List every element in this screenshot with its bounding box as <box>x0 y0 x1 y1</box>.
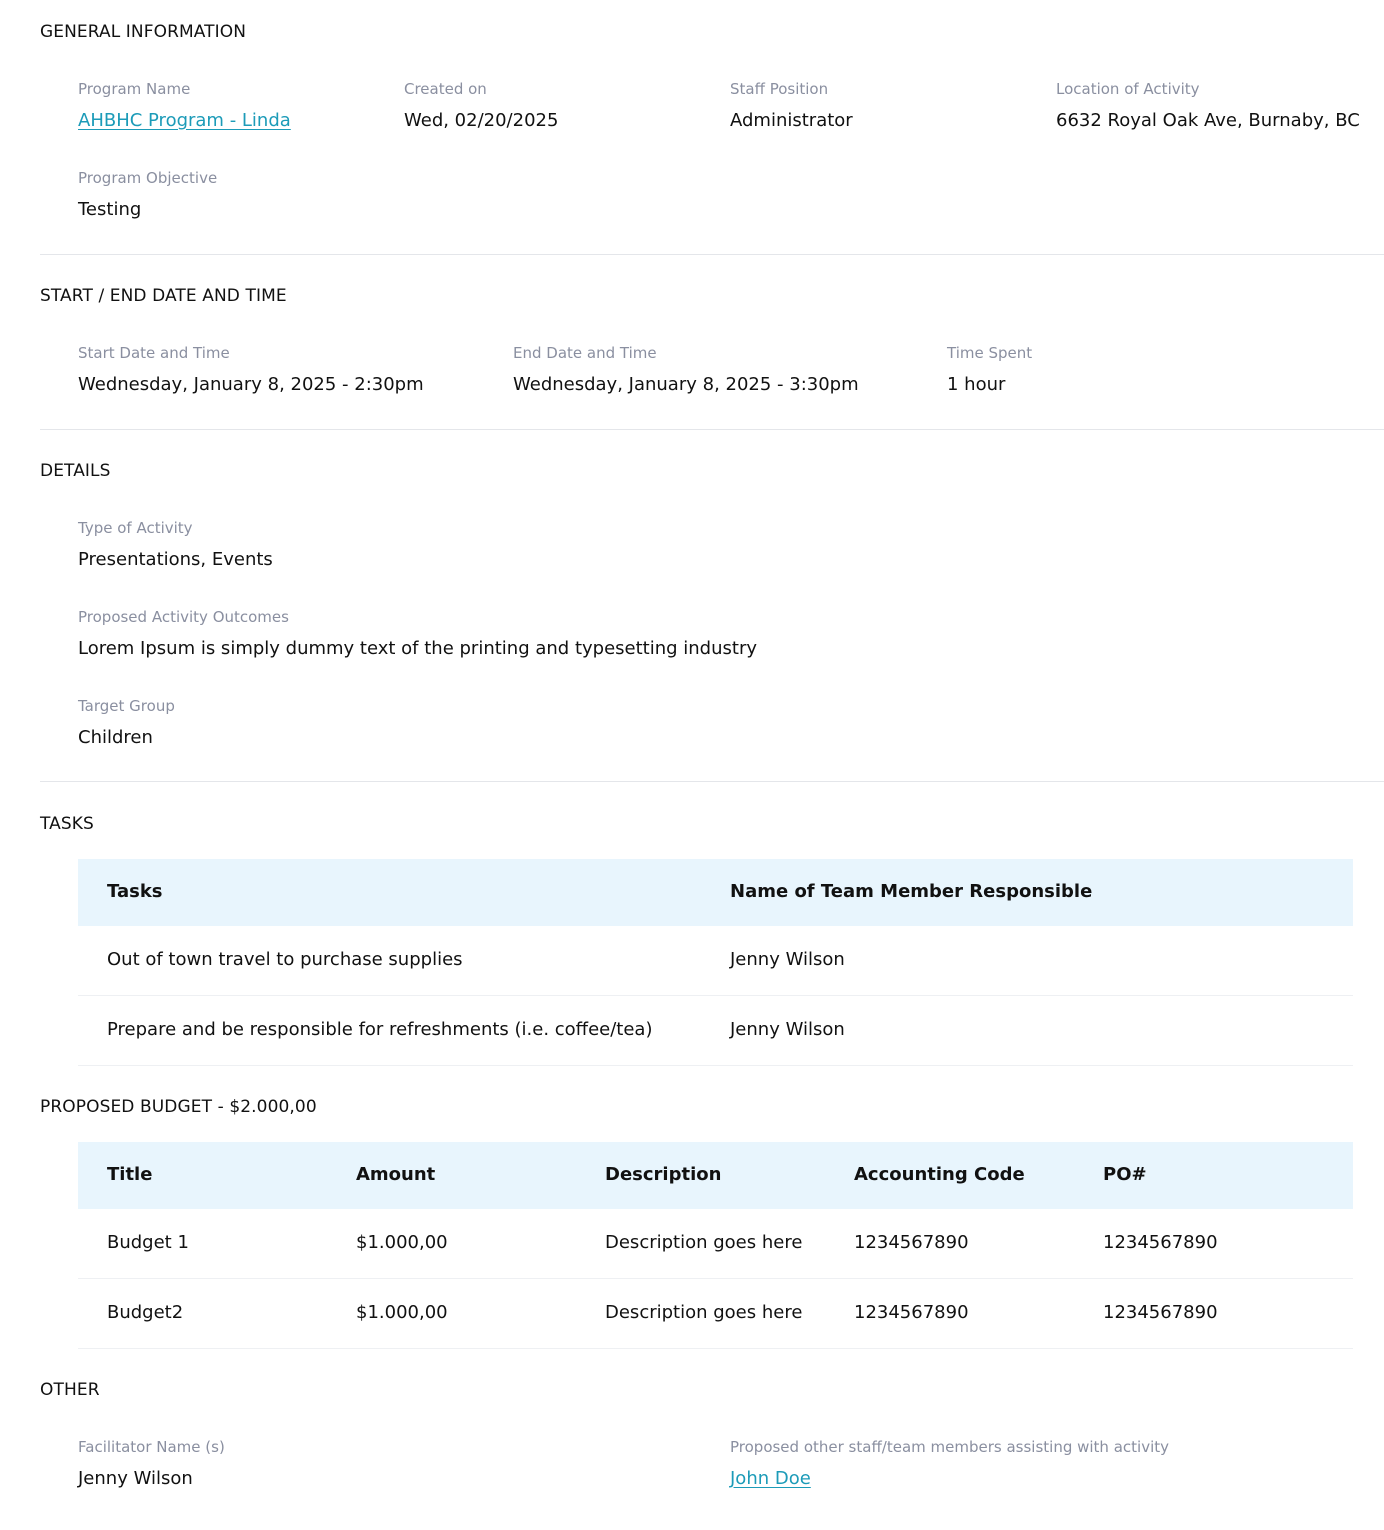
end-datetime-value: Wednesday, January 8, 2025 - 3:30pm <box>513 374 859 395</box>
activity-outcomes-label: Proposed Activity Outcomes <box>78 608 289 626</box>
section-title-tasks: TASKS <box>40 814 94 834</box>
facilitator-label: Facilitator Name (s) <box>78 1438 225 1456</box>
activity-type-label: Type of Activity <box>78 519 193 537</box>
divider <box>40 254 1384 255</box>
start-datetime-value: Wednesday, January 8, 2025 - 2:30pm <box>78 374 424 395</box>
tasks-column-header: Tasks <box>107 881 163 902</box>
location-label: Location of Activity <box>1056 80 1200 98</box>
time-spent-label: Time Spent <box>947 344 1033 362</box>
target-group-label: Target Group <box>78 697 175 715</box>
assisting-staff-label: Proposed other staff/team members assist… <box>730 1438 1169 1456</box>
description-column-header: Description <box>605 1164 722 1185</box>
program-objective-label: Program Objective <box>78 169 218 187</box>
created-on-value: Wed, 02/20/2025 <box>404 110 559 131</box>
budget-title-cell: Budget2 <box>107 1302 184 1323</box>
activity-type-value: Presentations, Events <box>78 549 273 570</box>
table-row-divider <box>78 1278 1353 1279</box>
facilitator-value: Jenny Wilson <box>78 1468 193 1489</box>
section-title-datetime: START / END DATE AND TIME <box>40 286 287 306</box>
task-cell: Out of town travel to purchase supplies <box>107 949 463 970</box>
budget-accounting-code-cell: 1234567890 <box>854 1302 969 1323</box>
assisting-staff-link[interactable]: John Doe <box>730 1468 811 1489</box>
budget-description-cell: Description goes here <box>605 1232 803 1253</box>
section-title-budget: PROPOSED BUDGET - $2.000,00 <box>40 1097 317 1117</box>
accounting-code-column-header: Accounting Code <box>854 1164 1025 1185</box>
activity-outcomes-value: Lorem Ipsum is simply dummy text of the … <box>78 638 758 659</box>
budget-amount-cell: $1.000,00 <box>356 1302 448 1323</box>
task-cell: Prepare and be responsible for refreshme… <box>107 1019 653 1040</box>
table-row-divider <box>78 1348 1353 1349</box>
table-row-divider <box>78 1065 1353 1066</box>
target-group-value: Children <box>78 727 153 748</box>
responsible-cell: Jenny Wilson <box>730 1019 845 1040</box>
program-name-link[interactable]: AHBHC Program - Linda <box>78 110 291 131</box>
program-objective-value: Testing <box>78 199 142 220</box>
section-title-other: OTHER <box>40 1380 100 1400</box>
responsible-column-header: Name of Team Member Responsible <box>730 881 1093 902</box>
budget-po-cell: 1234567890 <box>1103 1302 1218 1323</box>
start-datetime-label: Start Date and Time <box>78 344 230 362</box>
budget-accounting-code-cell: 1234567890 <box>854 1232 969 1253</box>
staff-position-value: Administrator <box>730 110 853 131</box>
time-spent-value: 1 hour <box>947 374 1006 395</box>
budget-description-cell: Description goes here <box>605 1302 803 1323</box>
budget-po-cell: 1234567890 <box>1103 1232 1218 1253</box>
end-datetime-label: End Date and Time <box>513 344 657 362</box>
staff-position-label: Staff Position <box>730 80 829 98</box>
tasks-table-header <box>78 859 1353 926</box>
responsible-cell: Jenny Wilson <box>730 949 845 970</box>
title-column-header: Title <box>107 1164 153 1185</box>
location-value: 6632 Royal Oak Ave, Burnaby, BC <box>1056 110 1360 131</box>
created-on-label: Created on <box>404 80 487 98</box>
section-title-general: GENERAL INFORMATION <box>40 22 247 42</box>
program-name-label: Program Name <box>78 80 191 98</box>
budget-amount-cell: $1.000,00 <box>356 1232 448 1253</box>
section-title-details: DETAILS <box>40 461 111 481</box>
divider <box>40 429 1384 430</box>
table-row-divider <box>78 995 1353 996</box>
amount-column-header: Amount <box>356 1164 436 1185</box>
po-column-header: PO# <box>1103 1164 1147 1185</box>
divider <box>40 781 1384 782</box>
budget-title-cell: Budget 1 <box>107 1232 189 1253</box>
